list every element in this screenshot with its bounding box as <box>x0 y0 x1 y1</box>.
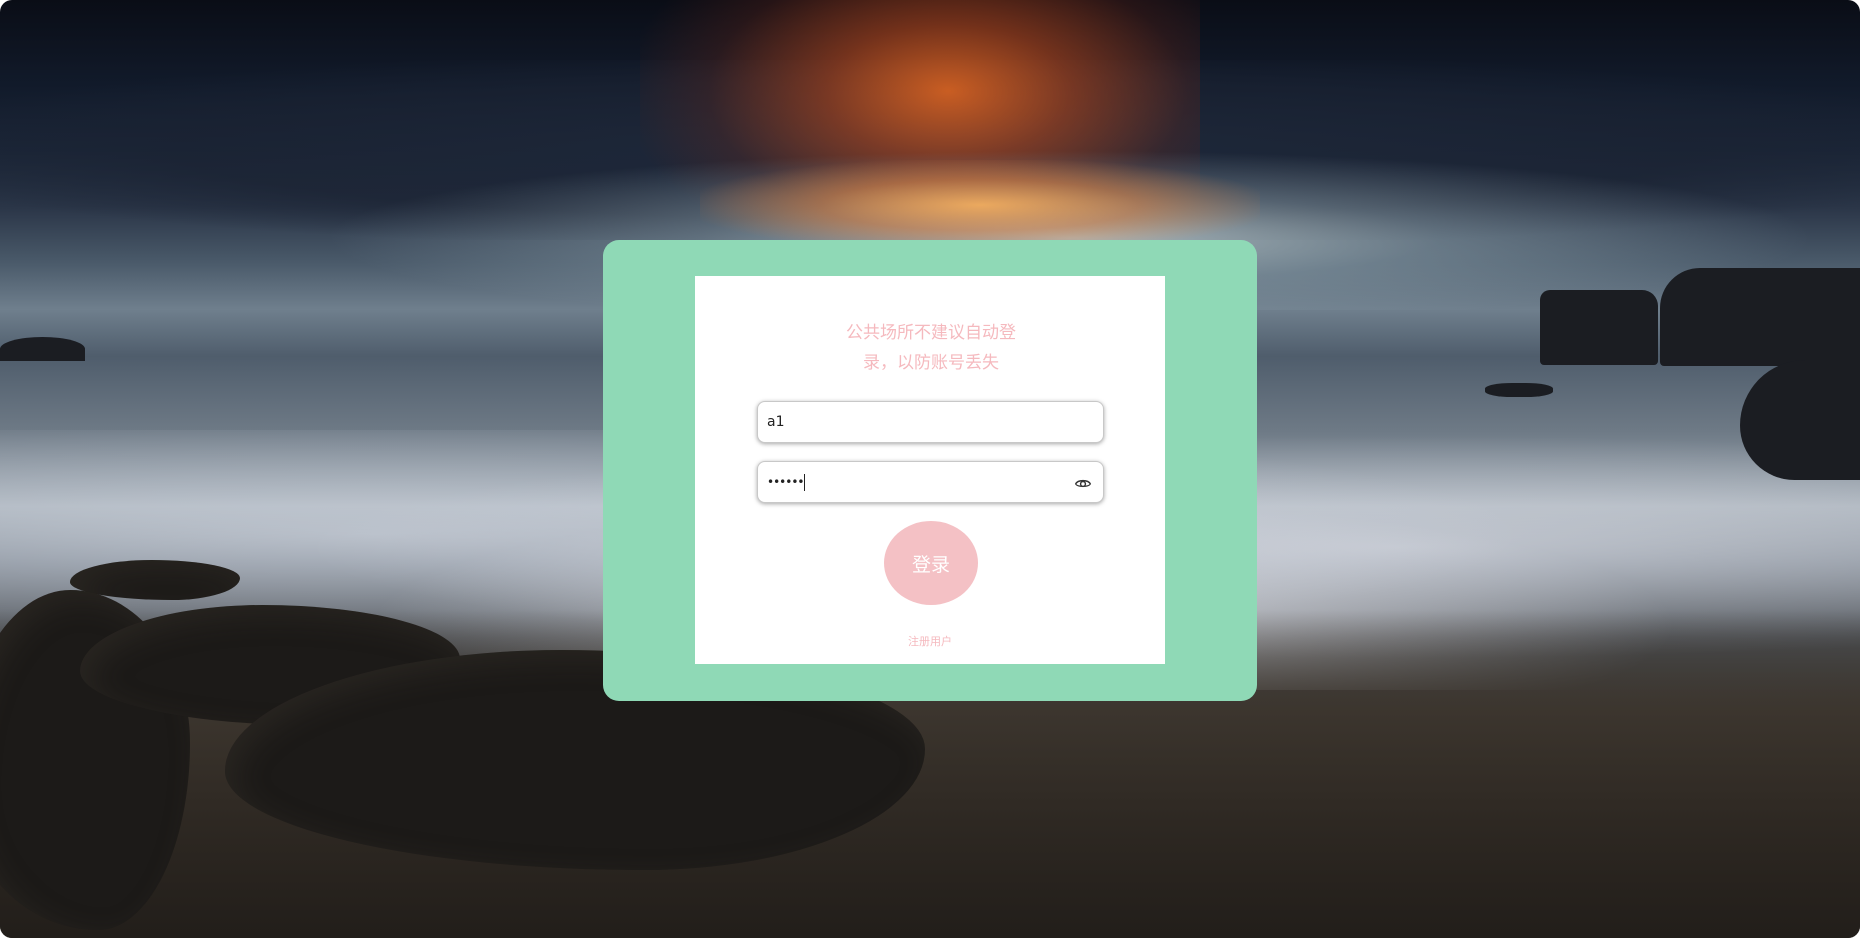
login-panel: 公共场所不建议自动登 录，以防账号丢失 a1 •••••• 登录 注册用户 <box>695 276 1165 664</box>
sunset-glow <box>700 160 1260 250</box>
text-caret <box>804 473 806 491</box>
sea-stack <box>1540 290 1658 365</box>
password-input[interactable]: •••••• <box>757 461 1104 503</box>
eye-icon[interactable] <box>1074 474 1092 492</box>
username-value: a1 <box>767 414 785 430</box>
login-button[interactable]: 登录 <box>884 521 978 605</box>
sea-stack <box>0 337 85 361</box>
notice-line: 公共场所不建议自动登 <box>846 323 1016 343</box>
login-card: 公共场所不建议自动登 录，以防账号丢失 a1 •••••• 登录 注册用户 <box>603 240 1257 701</box>
sea-stack <box>1660 268 1860 366</box>
auto-login-notice: 公共场所不建议自动登 录，以防账号丢失 <box>815 318 1047 378</box>
sea-stack <box>1485 383 1553 397</box>
sea-stack <box>1740 360 1860 480</box>
notice-line: 录，以防账号丢失 <box>863 353 999 373</box>
password-value: •••••• <box>767 475 804 489</box>
username-input[interactable]: a1 <box>757 401 1104 443</box>
register-link[interactable]: 注册用户 <box>880 633 980 649</box>
